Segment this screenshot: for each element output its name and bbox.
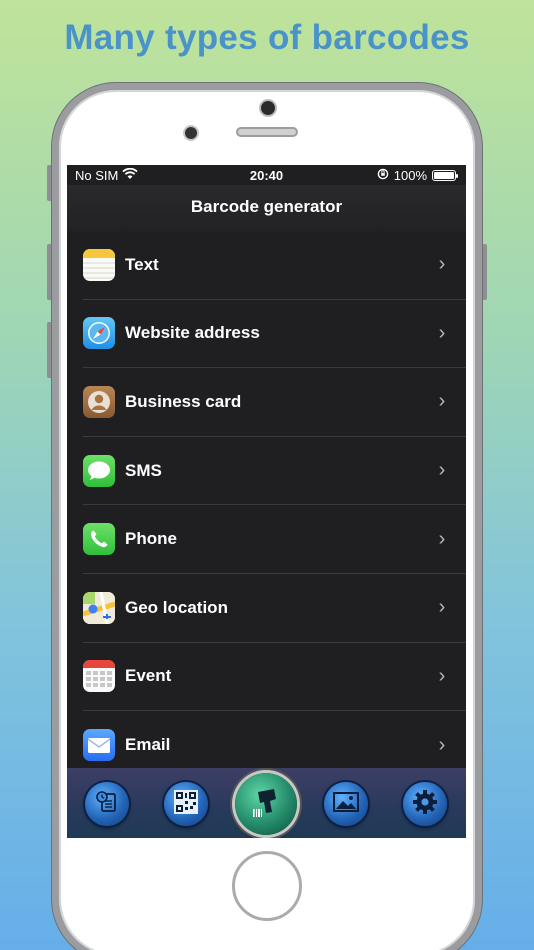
tab-scan-qr[interactable]: [164, 782, 208, 826]
tab-history[interactable]: [85, 782, 129, 826]
earpiece-speaker: [236, 127, 298, 137]
nav-title: Barcode generator: [67, 185, 466, 231]
list-item-website-address[interactable]: Website address ›: [83, 300, 466, 369]
app-screen: No SIM 20:40 100% Barcode generator Text…: [67, 165, 466, 838]
chevron-right-icon: ›: [438, 664, 446, 687]
compass-icon: [83, 317, 115, 350]
notes-icon: [83, 248, 115, 281]
list-item-phone[interactable]: Phone ›: [83, 505, 466, 574]
gear-icon: [411, 788, 439, 821]
chevron-right-icon: ›: [438, 596, 446, 619]
list-item-label: Phone: [125, 529, 177, 549]
list-item-business-card[interactable]: Business card ›: [83, 368, 466, 437]
battery-icon: [432, 170, 458, 181]
list-item-label: Business card: [125, 391, 242, 411]
chevron-right-icon: ›: [438, 253, 446, 276]
contact-icon: [83, 385, 115, 418]
chevron-right-icon: ›: [438, 321, 446, 344]
list-item-label: Geo location: [125, 597, 228, 617]
qr-code-icon: [173, 789, 199, 820]
list-item-sms[interactable]: SMS ›: [83, 437, 466, 506]
chevron-right-icon: ›: [438, 527, 446, 550]
list-item-geo-location[interactable]: Geo location ›: [83, 574, 466, 643]
chevron-right-icon: ›: [438, 459, 446, 482]
front-camera: [261, 101, 275, 115]
message-icon: [83, 454, 115, 487]
battery-percent: 100%: [393, 168, 427, 183]
calendar-icon: [83, 660, 115, 693]
barcode-scanner-icon: [248, 784, 284, 825]
tab-images[interactable]: [324, 782, 368, 826]
tab-bar: [67, 768, 466, 838]
mail-icon: [83, 729, 115, 762]
list-item-label: Text: [125, 254, 159, 274]
list-item-event[interactable]: Event ›: [83, 643, 466, 712]
list-item-text[interactable]: Text ›: [83, 231, 466, 300]
history-icon: [93, 788, 121, 821]
list-item-label: Event: [125, 666, 172, 686]
orientation-lock-icon: [377, 168, 389, 183]
promo-headline: Many types of barcodes: [64, 18, 470, 57]
status-bar: No SIM 20:40 100%: [67, 165, 466, 185]
home-button[interactable]: [232, 851, 302, 921]
tab-settings[interactable]: [403, 782, 447, 826]
chevron-right-icon: ›: [438, 390, 446, 413]
barcode-type-list: Text › Website address › Business card ›…: [67, 231, 466, 780]
tab-generate[interactable]: [235, 773, 297, 835]
map-icon: [83, 591, 115, 624]
chevron-right-icon: ›: [438, 733, 446, 756]
phone-icon: [83, 523, 115, 556]
image-icon: [333, 791, 359, 818]
list-item-label: Email: [125, 735, 171, 755]
proximity-sensor: [185, 127, 197, 139]
list-item-label: SMS: [125, 460, 162, 480]
list-item-label: Website address: [125, 323, 260, 343]
